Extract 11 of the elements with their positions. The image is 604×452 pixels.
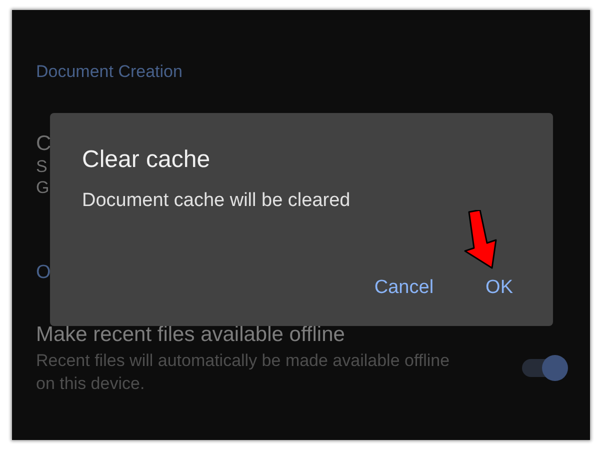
setting-description: G: [36, 177, 50, 198]
section-header: O: [36, 262, 51, 283]
dialog-message: Document cache will be cleared: [82, 189, 352, 213]
section-header: Document Creation: [36, 62, 184, 82]
ok-button[interactable]: OK: [472, 271, 527, 305]
cancel-button[interactable]: Cancel: [360, 271, 448, 305]
setting-description: S: [36, 156, 48, 177]
setting-title: Make recent files available offline: [36, 323, 346, 347]
setting-description: Recent files will automatically be made available offline on this device.: [36, 350, 451, 395]
setting-title: C: [36, 132, 52, 156]
dialog-title: Clear cache: [82, 145, 212, 175]
